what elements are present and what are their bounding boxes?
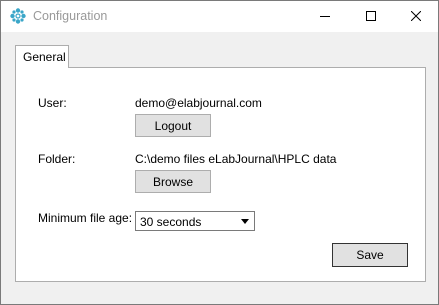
close-icon [411,11,421,21]
maximize-icon [366,11,376,21]
window-bottom-edge [1,294,438,304]
dropdown-arrow[interactable] [237,213,253,229]
tab-general-label: General [23,50,66,64]
maximize-button[interactable] [348,1,394,32]
minimize-icon [320,16,330,17]
folder-label: Folder: [38,152,76,166]
configuration-window: Configuration General User: demo@elabjou… [0,0,439,305]
save-button[interactable]: Save [332,243,408,267]
folder-path: C:\demo files eLabJournal\HPLC data [135,152,337,166]
chevron-down-icon [241,219,249,224]
browse-button[interactable]: Browse [135,170,211,193]
logout-button[interactable]: Logout [135,114,211,137]
close-button[interactable] [393,1,439,32]
min-file-age-value: 30 seconds [140,215,202,229]
title-bar[interactable]: Configuration [1,1,438,32]
window-title: Configuration [33,9,108,23]
app-icon [10,8,26,24]
user-email: demo@elabjournal.com [135,96,262,110]
min-file-age-select[interactable]: 30 seconds [135,211,255,231]
minimize-button[interactable] [302,1,348,32]
tab-general[interactable]: General [15,45,69,68]
min-file-age-label: Minimum file age: [38,211,133,225]
user-label: User: [38,96,67,110]
